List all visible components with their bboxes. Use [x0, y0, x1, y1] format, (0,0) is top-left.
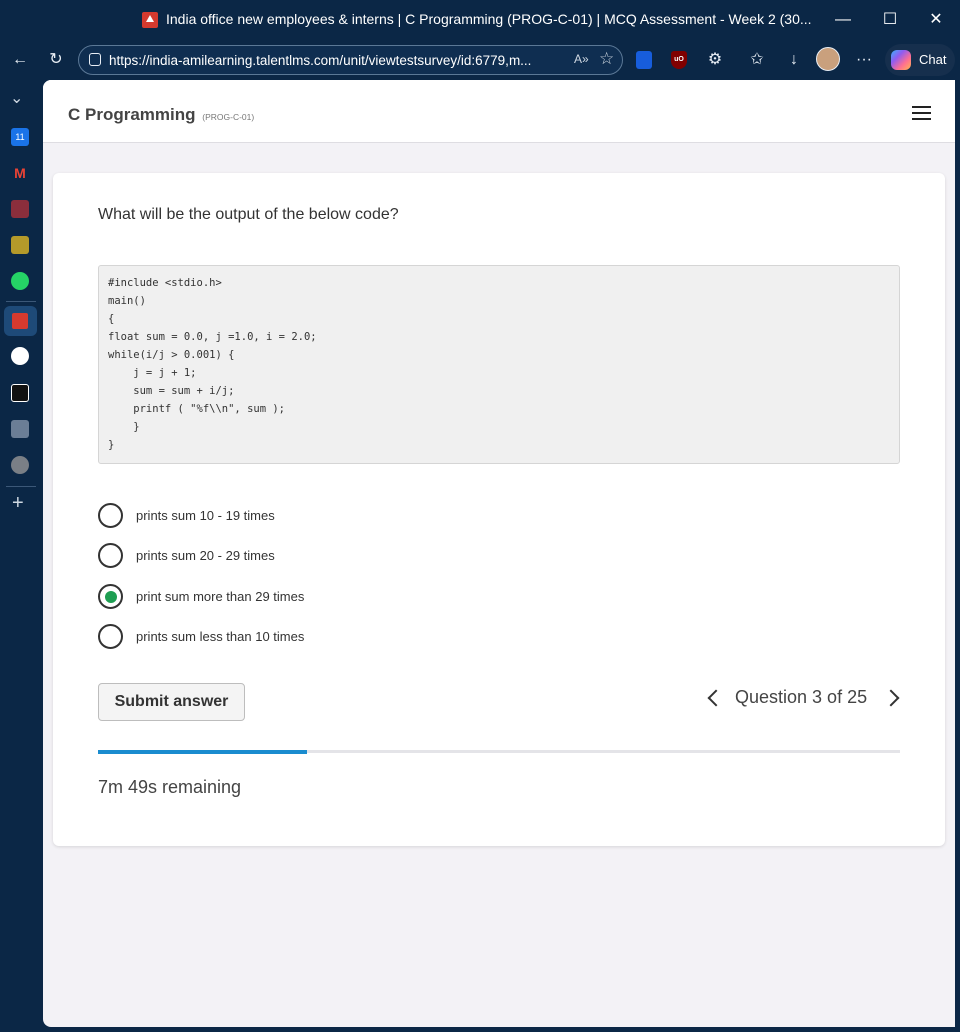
address-bar[interactable]: https://india-amilearning.talentlms.com/… — [78, 45, 623, 75]
course-title: C Programming (PROG-C-01) — [68, 105, 254, 125]
profile-avatar[interactable] — [816, 47, 840, 71]
code-line: while(i/j > 0.001) { — [108, 349, 235, 361]
favorites-icon[interactable]: ✩ — [745, 48, 769, 72]
code-line: #include <stdio.h> — [108, 277, 222, 289]
calendar-icon[interactable]: 11 — [11, 128, 29, 146]
radio-button[interactable] — [98, 584, 123, 609]
page-header: C Programming (PROG-C-01) — [43, 80, 955, 143]
refresh-icon[interactable]: ↻ — [44, 48, 68, 72]
course-title-text: C Programming — [68, 105, 196, 124]
code-line: sum = sum + i/j; — [108, 385, 235, 397]
question-card: What will be the output of the below cod… — [53, 173, 945, 846]
hamburger-menu-icon[interactable] — [912, 106, 931, 120]
chat-label: Chat — [919, 52, 947, 67]
downloads-icon[interactable]: ↓ — [782, 48, 806, 72]
maximize-button[interactable]: ☐ — [867, 4, 913, 36]
radio-button[interactable] — [98, 624, 123, 649]
bitwarden-extension-icon[interactable] — [636, 51, 652, 69]
answer-option-label[interactable]: prints sum 20 - 29 times — [136, 548, 275, 563]
radio-button[interactable] — [98, 543, 123, 568]
minimize-button[interactable]: — — [820, 4, 866, 36]
answer-option[interactable]: prints sum less than 10 times — [98, 624, 498, 650]
talentlms-icon — [12, 313, 28, 329]
answer-option-label[interactable]: prints sum less than 10 times — [136, 629, 304, 644]
answer-option[interactable]: prints sum 20 - 29 times — [98, 543, 498, 569]
page-viewport: C Programming (PROG-C-01) What will be t… — [43, 80, 955, 1027]
progress-bar-fill — [98, 750, 307, 754]
code-line: printf ( "%f\\n", sum ); — [108, 403, 286, 415]
sidebar-divider — [6, 486, 36, 487]
code-line: } — [108, 421, 140, 433]
answer-option-label[interactable]: prints sum 10 - 19 times — [136, 508, 275, 523]
previous-question-icon[interactable] — [704, 682, 725, 712]
archive-app-icon[interactable] — [11, 420, 29, 438]
next-question-icon[interactable] — [882, 682, 905, 712]
answer-option[interactable]: print sum more than 29 times — [98, 584, 498, 610]
more-menu-icon[interactable]: ··· — [852, 48, 876, 72]
lamp-app-icon[interactable] — [11, 236, 29, 254]
submit-answer-button[interactable]: Submit answer — [98, 683, 245, 721]
talentlms-sidebar-item[interactable] — [4, 306, 37, 336]
window-title: India office new employees & interns | C… — [166, 11, 812, 27]
share-app-icon[interactable] — [11, 384, 29, 402]
back-icon[interactable]: ← — [8, 48, 32, 72]
title-bar: India office new employees & interns | C… — [0, 0, 960, 40]
code-line: main() — [108, 295, 146, 307]
code-block: #include <stdio.h> main() { float sum = … — [98, 265, 900, 464]
stack-app-icon[interactable] — [11, 200, 29, 218]
question-counter: Question 3 of 25 — [735, 687, 868, 707]
code-line: } — [108, 439, 115, 451]
read-aloud-icon[interactable]: A» — [574, 52, 589, 66]
whatsapp-icon[interactable] — [11, 272, 29, 290]
gmail-icon[interactable]: M — [11, 164, 29, 182]
browser-sidebar: ⌄ 11 M + — [0, 80, 42, 1032]
course-code: (PROG-C-01) — [202, 112, 255, 122]
lock-icon[interactable] — [89, 53, 101, 66]
code-line: j = j + 1; — [108, 367, 197, 379]
ublock-extension-icon[interactable]: uO — [671, 51, 687, 69]
progress-bar — [98, 750, 900, 754]
fingerprint-app-icon[interactable] — [11, 347, 29, 365]
extensions-icon[interactable]: ⚙ — [703, 48, 727, 72]
answer-option-label[interactable]: print sum more than 29 times — [136, 589, 304, 604]
time-remaining: 7m 49s remaining — [98, 777, 242, 797]
code-line: float sum = 0.0, j =1.0, i = 2.0; — [108, 331, 317, 343]
coins-app-icon[interactable] — [11, 456, 29, 474]
copilot-icon — [891, 50, 911, 70]
sidebar-collapse-icon[interactable]: ⌄ — [10, 88, 23, 108]
copilot-chat-button[interactable]: Chat — [885, 44, 955, 76]
talentlms-icon — [142, 12, 158, 28]
code-line: { — [108, 313, 115, 325]
radio-button[interactable] — [98, 503, 123, 528]
favorite-star-icon[interactable]: ☆ — [599, 49, 614, 69]
url-text[interactable]: https://india-amilearning.talentlms.com/… — [109, 53, 531, 68]
answer-option[interactable]: prints sum 10 - 19 times — [98, 503, 498, 529]
add-sidebar-app-icon[interactable]: + — [12, 492, 24, 515]
sidebar-divider — [6, 301, 36, 302]
close-window-button[interactable]: ✕ — [913, 4, 959, 36]
question-text: What will be the output of the below cod… — [98, 206, 399, 223]
